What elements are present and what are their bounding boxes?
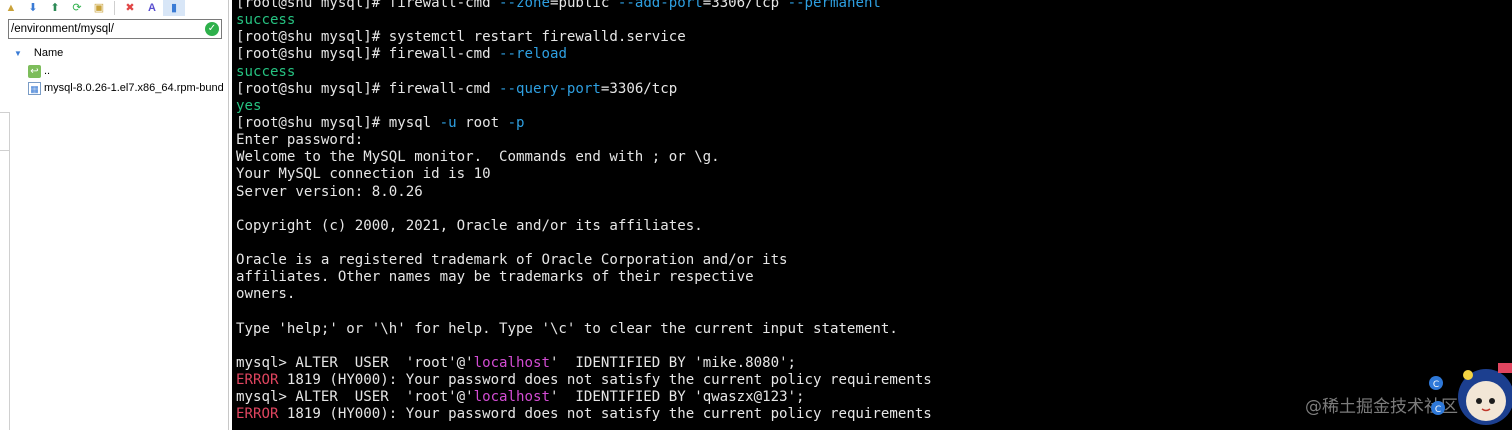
terminal-line: ERROR 1819 (HY000): Your password does n… xyxy=(236,406,932,423)
terminal-window[interactable]: [root@shu mysql]# firewall-cmd --zone=pu… xyxy=(232,0,1512,430)
terminal-text-segment: 1819 (HY000): Your password does not sat… xyxy=(278,406,932,423)
terminal-output: [root@shu mysql]# firewall-cmd --zone=pu… xyxy=(236,0,932,424)
delete-icon[interactable]: ✖ xyxy=(119,0,141,16)
terminal-line: Type 'help;' or '\h' for help. Type '\c'… xyxy=(236,321,932,338)
file-name: mysql-8.0.26-1.el7.x86_64.rpm-bund xyxy=(44,82,224,94)
checkmark-icon[interactable]: ✓ xyxy=(205,22,219,36)
terminal-text-segment: mysql> ALTER USER 'root'@' xyxy=(236,389,474,406)
terminal-text-segment: [root@shu mysql]# systemctl restart fire… xyxy=(236,29,686,46)
new-file-icon[interactable]: ▣ xyxy=(88,0,110,16)
download-icon[interactable]: ⬇ xyxy=(22,0,44,16)
terminal-text-segment: ' IDENTIFIED BY 'qwaszx@123'; xyxy=(549,389,805,406)
terminal-text-segment: Server version: 8.0.26 xyxy=(236,183,423,200)
terminal-text-segment: mysql> ALTER USER 'root'@' xyxy=(236,354,474,371)
terminal-text-segment: localhost xyxy=(473,354,550,371)
terminal-line: [root@shu mysql]# firewall-cmd --zone=pu… xyxy=(236,0,932,12)
terminal-line: Enter password: xyxy=(236,132,932,149)
toolbar-separator xyxy=(114,1,115,15)
list-item[interactable]: ▦ mysql-8.0.26-1.el7.x86_64.rpm-bund xyxy=(28,80,225,96)
parent-folder-icon: ↩ xyxy=(28,64,41,78)
terminal-text-segment: root xyxy=(456,114,508,131)
terminal-line: Your MySQL connection id is 10 xyxy=(236,166,932,183)
terminal-text-segment: Copyright (c) 2000, 2021, Oracle and/or … xyxy=(236,217,703,234)
terminal-text-segment: [root@shu mysql]# firewall-cmd xyxy=(236,46,500,63)
terminal-line: yes xyxy=(236,98,932,115)
terminal-text-segment: ERROR xyxy=(236,406,279,423)
terminal-text-segment: =public xyxy=(549,0,618,11)
rename-icon[interactable]: A xyxy=(141,0,163,16)
terminal-text-segment: --reload xyxy=(499,46,567,63)
file-toolbar: ▲ ⬇ ⬆ ⟳ ▣ ✖ A ▮ xyxy=(0,0,228,16)
terminal-text-segment: ' IDENTIFIED BY 'mike.8080'; xyxy=(549,354,797,371)
properties-icon[interactable]: ▮ xyxy=(163,0,185,16)
terminal-line: [root@shu mysql]# mysql -u root -p xyxy=(236,115,932,132)
terminal-text-segment: owners. xyxy=(236,286,296,303)
folder-up-icon[interactable]: ▲ xyxy=(0,0,22,16)
path-field[interactable]: ✓ xyxy=(8,19,222,39)
mascot-icon: C C xyxy=(1429,363,1512,425)
terminal-line: [root@shu mysql]# firewall-cmd --query-p… xyxy=(236,81,932,98)
terminal-text-segment: =3306/tcp xyxy=(702,0,788,11)
terminal-text-segment: ERROR xyxy=(236,372,279,389)
terminal-line: owners. xyxy=(236,286,932,303)
panel-divider xyxy=(9,112,10,430)
svg-text:C: C xyxy=(1435,405,1441,415)
terminal-text-segment: affiliates. Other names may be trademark… xyxy=(236,269,754,286)
sort-arrow-icon: ▼ xyxy=(14,48,22,58)
terminal-text-segment: Welcome to the MySQL monitor. Commands e… xyxy=(236,149,720,166)
terminal-text-segment: Your MySQL connection id is 10 xyxy=(236,166,491,183)
terminal-text-segment: localhost xyxy=(473,389,550,406)
terminal-line: Server version: 8.0.26 xyxy=(236,184,932,201)
terminal-text-segment: 1819 (HY000): Your password does not sat… xyxy=(278,372,932,389)
file-browser-panel: ▲ ⬇ ⬆ ⟳ ▣ ✖ A ▮ ✓ ▼ Name ↩ .. ▦ mysql-8.… xyxy=(0,0,229,430)
name-column-header[interactable]: ▼ Name xyxy=(14,45,63,61)
terminal-line: [root@shu mysql]# systemctl restart fire… xyxy=(236,29,932,46)
refresh-icon[interactable]: ⟳ xyxy=(66,0,88,16)
terminal-text-segment: yes xyxy=(236,97,262,114)
terminal-line: Welcome to the MySQL monitor. Commands e… xyxy=(236,149,932,166)
terminal-line: mysql> ALTER USER 'root'@'localhost' IDE… xyxy=(236,355,932,372)
name-column-label: Name xyxy=(33,47,64,59)
terminal-line: [root@shu mysql]# firewall-cmd --reload xyxy=(236,46,932,63)
terminal-line: success xyxy=(236,12,932,29)
terminal-text-segment: --zone xyxy=(499,0,550,11)
terminal-text-segment: Type 'help;' or '\h' for help. Type '\c'… xyxy=(236,320,898,337)
terminal-line: Oracle is a registered trademark of Orac… xyxy=(236,252,932,269)
svg-text:C: C xyxy=(1433,380,1439,390)
list-item[interactable]: ↩ .. xyxy=(28,63,50,79)
terminal-text-segment: --query-port xyxy=(499,80,601,97)
terminal-line: ERROR 1819 (HY000): Your password does n… xyxy=(236,372,932,389)
terminal-text-segment: [root@shu mysql]# firewall-cmd xyxy=(236,0,500,11)
terminal-text-segment: --add-port xyxy=(617,0,703,11)
terminal-line: Copyright (c) 2000, 2021, Oracle and/or … xyxy=(236,218,932,235)
terminal-text-segment: success xyxy=(236,63,296,80)
terminal-text-segment: success xyxy=(236,12,296,29)
terminal-line: affiliates. Other names may be trademark… xyxy=(236,269,932,286)
terminal-text-segment: Oracle is a registered trademark of Orac… xyxy=(236,252,788,269)
terminal-text-segment: -p xyxy=(507,114,525,131)
terminal-text-segment: =3306/tcp xyxy=(600,80,678,97)
archive-file-icon: ▦ xyxy=(28,81,41,95)
upload-icon[interactable]: ⬆ xyxy=(44,0,66,16)
file-name: .. xyxy=(44,65,51,77)
terminal-text-segment: [root@shu mysql]# mysql xyxy=(236,114,440,131)
path-input[interactable] xyxy=(11,21,201,37)
terminal-line: mysql> ALTER USER 'root'@'localhost' IDE… xyxy=(236,389,932,406)
terminal-text-segment: --permanent xyxy=(787,0,881,11)
terminal-text-segment: [root@shu mysql]# firewall-cmd xyxy=(236,80,500,97)
terminal-line: success xyxy=(236,64,932,81)
terminal-text-segment: -u xyxy=(439,114,457,131)
terminal-text-segment: Enter password: xyxy=(236,132,364,149)
